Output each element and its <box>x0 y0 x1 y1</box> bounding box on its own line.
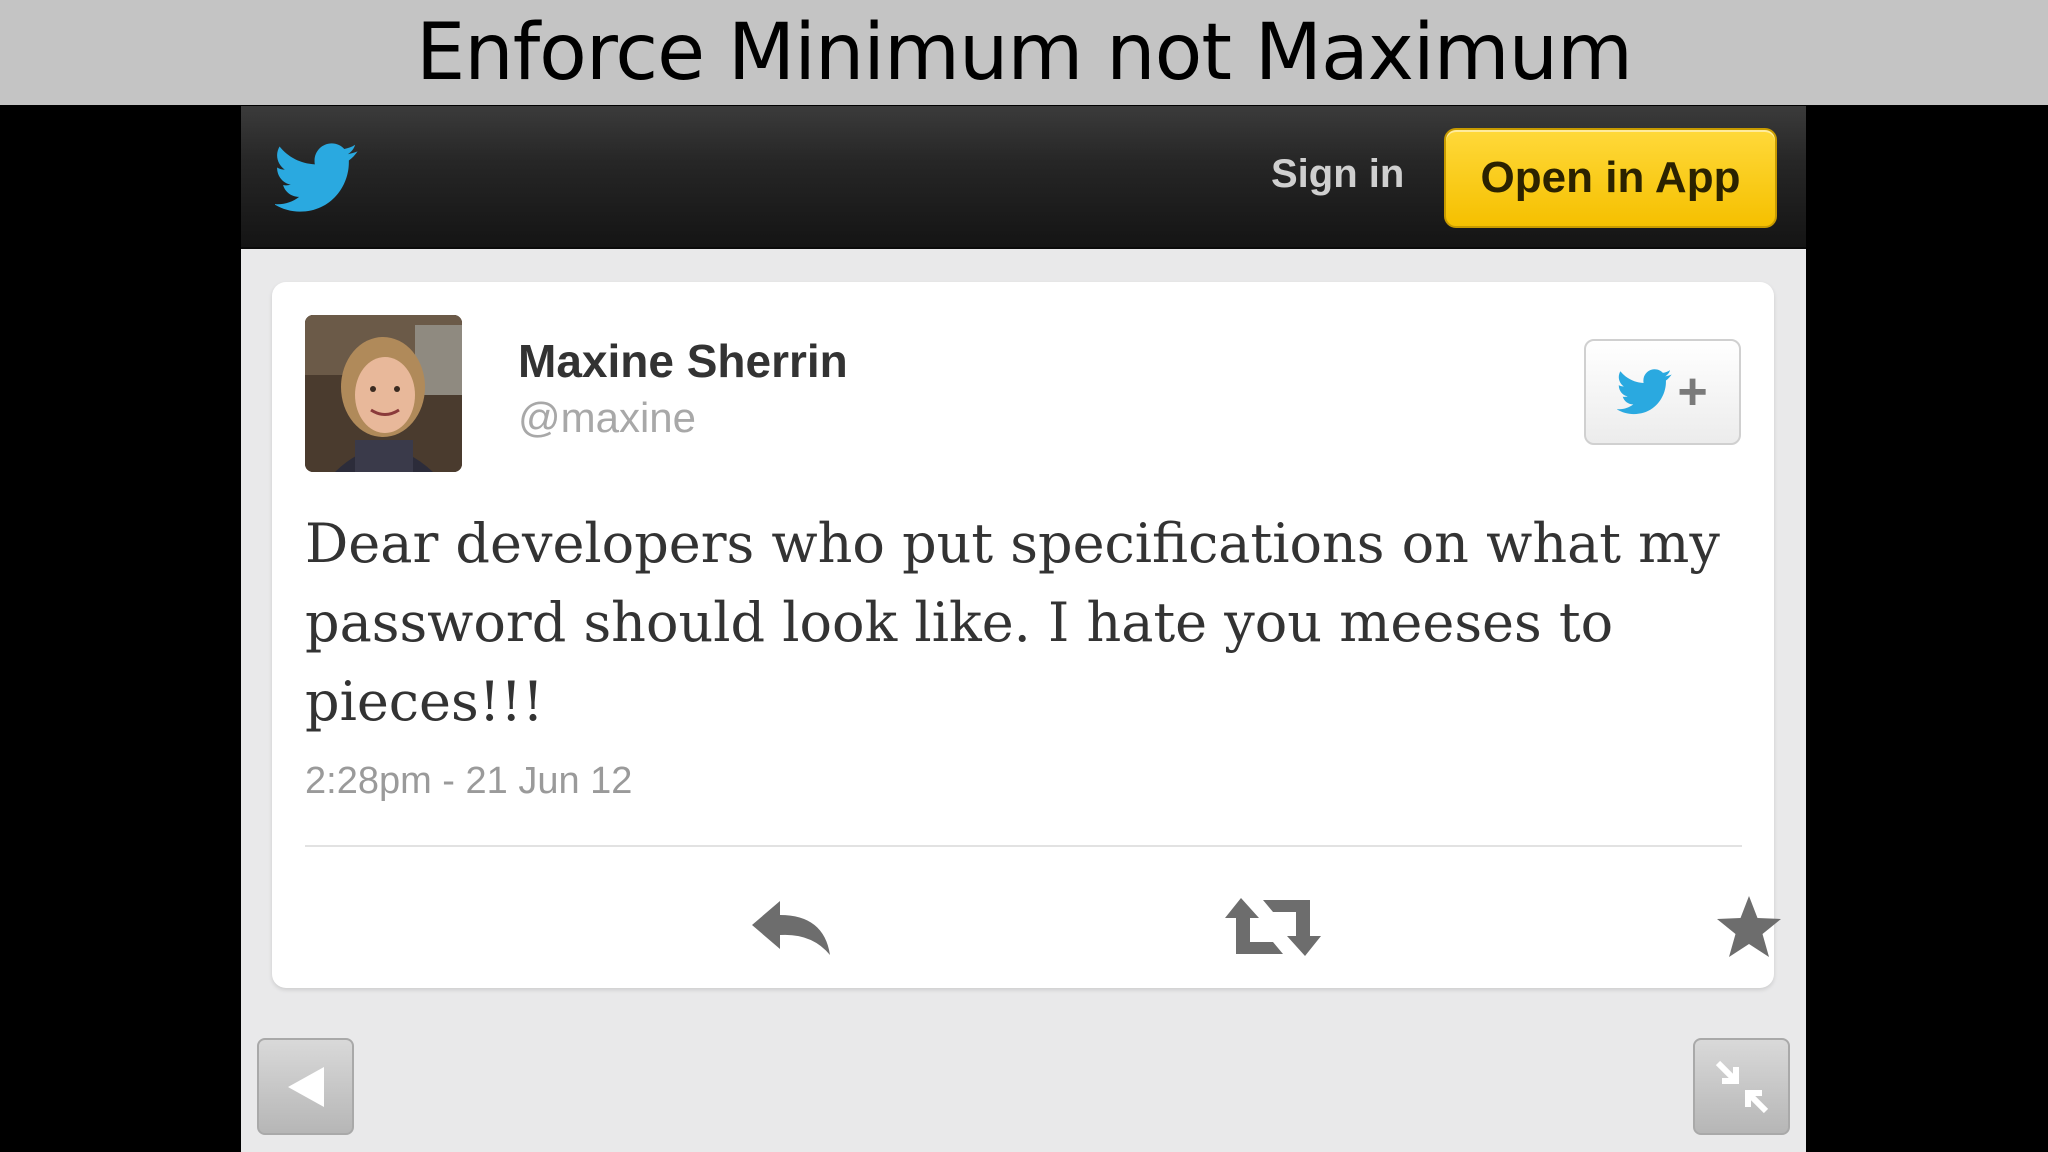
collapse-button[interactable] <box>1693 1038 1790 1135</box>
avatar[interactable] <box>305 315 462 472</box>
phone-screen: Sign in Open in App Maxine Sherrin @maxi… <box>241 106 1806 1152</box>
tweet-card: Maxine Sherrin @maxine + Dear developers… <box>272 282 1781 988</box>
reply-icon <box>752 901 830 955</box>
star-icon <box>1717 896 1781 957</box>
twitter-bird-icon[interactable] <box>275 142 359 214</box>
retweet-icon <box>1225 898 1321 956</box>
reply-button[interactable] <box>742 882 842 972</box>
tweet-text: Dear developers who put specifications o… <box>305 512 1720 733</box>
favorite-button[interactable] <box>1699 882 1799 972</box>
open-in-app-button[interactable]: Open in App <box>1444 128 1777 228</box>
retweet-button[interactable] <box>1223 882 1323 972</box>
sign-in-link[interactable]: Sign in <box>1271 152 1404 197</box>
back-triangle-icon <box>287 1066 324 1107</box>
author-name[interactable]: Maxine Sherrin <box>518 334 848 388</box>
collapse-arrows-icon <box>1715 1060 1768 1113</box>
plus-icon: + <box>1677 363 1708 421</box>
back-button[interactable] <box>257 1038 354 1135</box>
tweet-timestamp[interactable]: 2:28pm - 21 Jun 12 <box>305 760 632 803</box>
twitter-bird-icon <box>1617 369 1672 415</box>
divider <box>305 845 1742 847</box>
top-navigation-bar: Sign in Open in App <box>241 106 1806 249</box>
follow-button[interactable]: + <box>1584 339 1741 445</box>
slide-title: Enforce Minimum not Maximum <box>415 7 1633 98</box>
author-handle[interactable]: @maxine <box>518 394 696 442</box>
slide-title-bar: Enforce Minimum not Maximum <box>0 0 2048 105</box>
